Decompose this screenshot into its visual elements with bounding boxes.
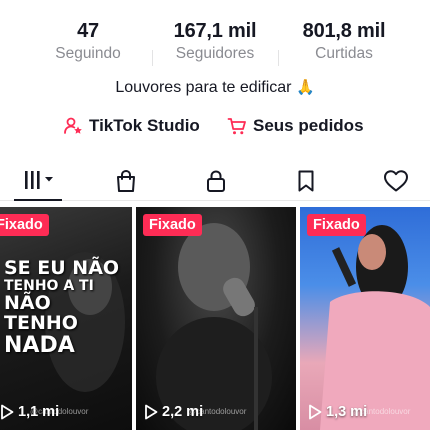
pinned-badge: Fixado [143,214,202,236]
likes-count: 801,8 mil [302,20,386,42]
following-label: Seguindo [55,45,121,62]
bio-text: Louvores para te edificar [115,79,292,96]
view-count-text: 2,2 mi [162,404,204,420]
overlay-line: NÃO [4,291,51,314]
profile-links: TikTok Studio Seus pedidos [0,116,430,142]
lock-icon [207,170,225,192]
videos-grid-icon [25,171,53,189]
play-icon [1,404,14,420]
tab-private[interactable] [196,166,236,196]
thumbnail-art [320,225,430,430]
tab-liked[interactable] [376,166,416,196]
video-caption-overlay: SE EU NÃO TENHO A TI NÃO TENHO NADA [4,257,120,358]
view-count: 1,3 mi [308,404,367,420]
stat-likes[interactable]: 801,8 mil Curtidas [274,20,414,63]
view-count: 2,2 mi [144,404,203,420]
view-count-text: 1,3 mi [326,404,368,420]
username-cutoff [150,0,280,2]
praying-hands-emoji: 🙏 [295,79,315,96]
followers-count: 167,1 mil [173,20,257,42]
video-thumbnail[interactable]: Fixado SE EU NÃO TENHO A TI NÃO TENHO NA… [0,207,132,430]
followers-label: Seguidores [175,45,255,62]
following-count: 47 [77,20,99,42]
overlay-line: NADA [4,332,75,358]
view-count: 1,1 mi [0,404,59,420]
bookmark-icon [298,170,314,192]
overlay-line: SE EU NÃO [4,257,120,279]
pinned-badge: Fixado [307,214,366,236]
tab-videos[interactable] [14,166,62,201]
pinned-badge: Fixado [0,214,49,236]
orders-label: Seus pedidos [253,116,364,135]
tab-shop[interactable] [106,166,146,196]
studio-label: TikTok Studio [89,116,200,135]
heart-icon [384,170,408,192]
play-icon [309,404,322,420]
tiktok-studio-link[interactable]: TikTok Studio [63,116,200,136]
profile-stats: 47 Seguindo 167,1 mil Seguidores 801,8 m… [0,20,430,70]
shopping-cart-icon [227,118,246,135]
shop-bag-icon [117,169,135,192]
view-count-text: 1,1 mi [18,404,60,420]
profile-tabs [0,162,430,201]
likes-label: Curtidas [315,45,373,62]
tab-saved[interactable] [286,166,326,196]
stat-followers[interactable]: 167,1 mil Seguidores [145,20,285,63]
orders-link[interactable]: Seus pedidos [227,116,364,136]
video-thumbnail[interactable]: Fixado @cantodolouvor 2,2 mi [136,207,296,430]
overlay-line: TENHO [4,311,78,334]
video-thumbnail[interactable]: Fixado @cantodolouvor 1,3 mi [300,207,430,430]
thumbnail-art [156,223,272,430]
profile-bio: Louvores para te edificar 🙏 [0,78,430,97]
play-icon [145,404,158,420]
stat-following[interactable]: 47 Seguindo [18,20,158,63]
video-grid: Fixado SE EU NÃO TENHO A TI NÃO TENHO NA… [0,207,430,430]
studio-person-star-icon [64,117,82,134]
